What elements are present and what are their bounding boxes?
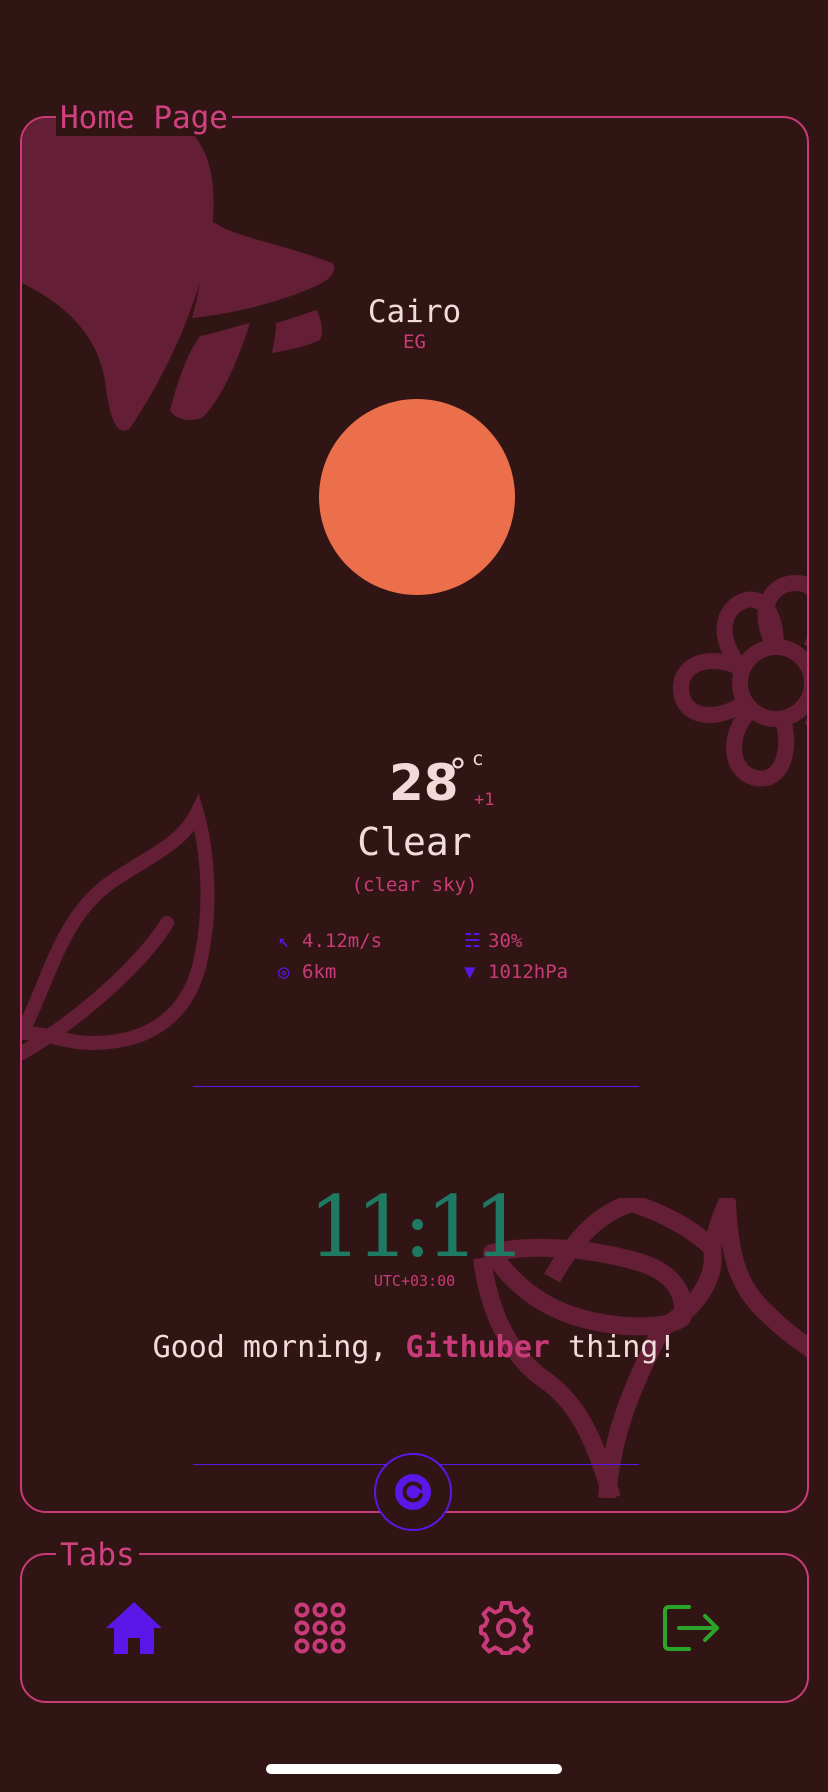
tab-home[interactable]: [102, 1598, 166, 1658]
wind-value: 4.12m/s: [302, 930, 383, 952]
humidity-value: 30%: [488, 930, 523, 952]
pressure-icon: ▼: [464, 961, 476, 983]
tab-logout[interactable]: [660, 1598, 724, 1658]
clock-time: 11:11: [308, 1178, 526, 1276]
home-page-legend: Home Page: [56, 100, 232, 136]
greeting-prefix: Good morning,: [152, 1330, 406, 1365]
weather-condition: Clear: [357, 820, 472, 864]
visibility-stat: ◎ 6km: [278, 961, 336, 983]
city-name: Cairo: [367, 294, 462, 330]
wind-stat: ↖ 4.12m/s: [278, 930, 382, 952]
tab-settings[interactable]: [474, 1598, 538, 1658]
humidity-stat: ☵ 30%: [464, 930, 522, 952]
temperature-block: 28 ° c +1: [22, 748, 807, 814]
greeting-name: Githuber: [405, 1330, 550, 1365]
pressure-value: 1012hPa: [488, 961, 569, 983]
sun-icon: [319, 399, 515, 595]
temperature-unit: c: [472, 748, 484, 770]
divider-top: [193, 1086, 639, 1087]
gear-icon: [479, 1601, 533, 1655]
country-code: EG: [403, 331, 426, 353]
feels-like-delta: +1: [474, 790, 495, 810]
logout-icon: [663, 1605, 719, 1651]
greeting: Good morning, Githuber thing!: [22, 1330, 807, 1365]
visibility-value: 6km: [302, 961, 337, 983]
tab-apps[interactable]: [288, 1598, 352, 1658]
decorative-leaves-top-left: [22, 118, 335, 431]
refresh-button[interactable]: [374, 1453, 452, 1531]
visibility-icon: ◎: [278, 961, 290, 983]
tabs-legend: Tabs: [56, 1537, 139, 1573]
pressure-stat: ▼ 1012hPa: [464, 961, 568, 983]
weather-condition-description: (clear sky): [351, 874, 478, 896]
refresh-icon: [395, 1474, 431, 1510]
home-icon: [106, 1602, 162, 1654]
wind-direction-icon: ↖: [278, 930, 290, 952]
greeting-suffix: thing!: [549, 1330, 677, 1365]
home-indicator[interactable]: [266, 1764, 562, 1774]
grid-icon: [294, 1602, 346, 1654]
clock-timezone: UTC+03:00: [373, 1272, 456, 1290]
home-page-frame: Cairo EG 28 ° c +1 Clear (clear sky) ↖ 4.…: [20, 116, 809, 1513]
degree-symbol: °: [449, 752, 467, 793]
humidity-icon: ☵: [464, 930, 482, 952]
